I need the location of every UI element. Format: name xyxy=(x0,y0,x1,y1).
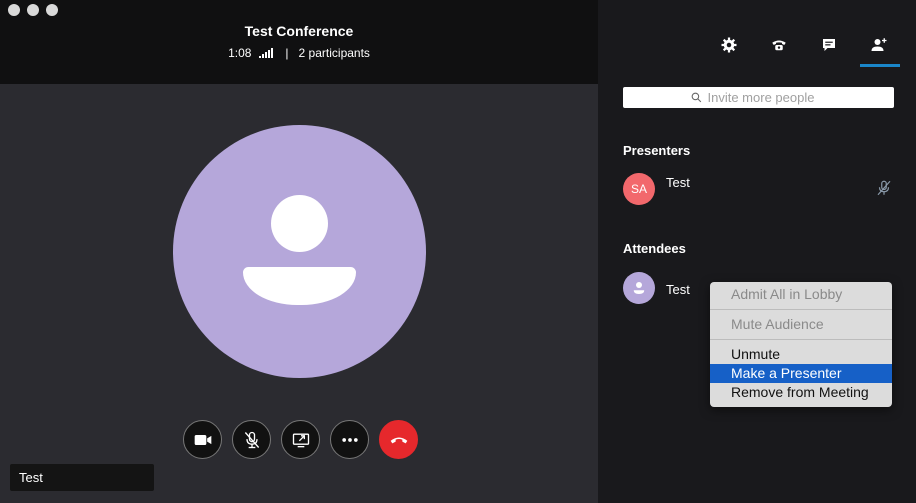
tab-add-people[interactable] xyxy=(854,36,904,67)
participants-panel: Presenters SA Test Attendees Test xyxy=(598,0,916,503)
signal-strength-icon xyxy=(259,48,274,58)
video-button[interactable] xyxy=(183,420,222,459)
menu-item-unmute[interactable]: Unmute xyxy=(710,345,892,364)
more-button[interactable] xyxy=(330,420,369,459)
self-name-tag: Test xyxy=(10,464,154,491)
more-icon xyxy=(341,437,358,442)
invite-input[interactable] xyxy=(707,90,828,105)
search-icon xyxy=(691,92,701,103)
participant-avatar-large xyxy=(173,125,426,378)
presenters-heading: Presenters xyxy=(623,143,691,158)
conference-meta: 1:08 | 2 participants xyxy=(0,46,598,60)
avatar-body xyxy=(243,267,356,305)
tab-chat[interactable] xyxy=(804,36,854,66)
chat-icon xyxy=(823,39,835,51)
presenter-name: Test xyxy=(666,175,690,190)
menu-divider xyxy=(710,339,892,340)
menu-divider xyxy=(710,309,892,310)
meta-separator: | xyxy=(285,46,289,60)
avatar-head xyxy=(271,195,328,252)
invite-search[interactable] xyxy=(623,87,894,108)
call-controls xyxy=(183,420,418,459)
menu-item-mute-audience[interactable]: Mute Audience xyxy=(710,315,892,334)
add-person-icon xyxy=(871,38,887,51)
mute-button[interactable] xyxy=(232,420,271,459)
attendee-name: Test xyxy=(666,282,690,297)
conference-title: Test Conference xyxy=(244,23,354,39)
call-duration: 1:08 xyxy=(228,46,252,60)
zoom-window-button[interactable] xyxy=(46,4,58,16)
presenter-item[interactable]: SA Test xyxy=(623,173,893,205)
share-screen-icon xyxy=(292,433,309,447)
call-header: Test Conference 1:08 | 2 participants xyxy=(0,0,598,84)
phone-icon xyxy=(772,40,786,51)
settings-icon xyxy=(721,37,737,53)
mic-off-icon xyxy=(244,431,259,448)
close-window-button[interactable] xyxy=(8,4,20,16)
mic-off-icon[interactable] xyxy=(875,179,893,197)
call-area: Test Conference 1:08 | 2 participants Te… xyxy=(0,0,598,503)
person-icon xyxy=(633,282,645,294)
menu-item-remove[interactable]: Remove from Meeting xyxy=(710,383,892,402)
hang-up-icon xyxy=(390,437,407,443)
hang-up-button[interactable] xyxy=(379,420,418,459)
video-icon xyxy=(194,434,211,445)
panel-tabs xyxy=(704,36,904,67)
avatar: SA xyxy=(623,173,655,205)
tab-phone[interactable] xyxy=(754,36,804,66)
share-screen-button[interactable] xyxy=(281,420,320,459)
tab-settings[interactable] xyxy=(704,36,754,66)
window-controls xyxy=(8,4,58,16)
participant-context-menu: Admit All in Lobby Mute Audience Unmute … xyxy=(710,282,892,407)
attendees-heading: Attendees xyxy=(623,241,686,256)
minimize-window-button[interactable] xyxy=(27,4,39,16)
menu-item-admit-all[interactable]: Admit All in Lobby xyxy=(710,285,892,304)
participant-count: 2 participants xyxy=(298,46,370,60)
avatar xyxy=(623,272,655,304)
menu-item-make-presenter[interactable]: Make a Presenter xyxy=(710,364,892,383)
